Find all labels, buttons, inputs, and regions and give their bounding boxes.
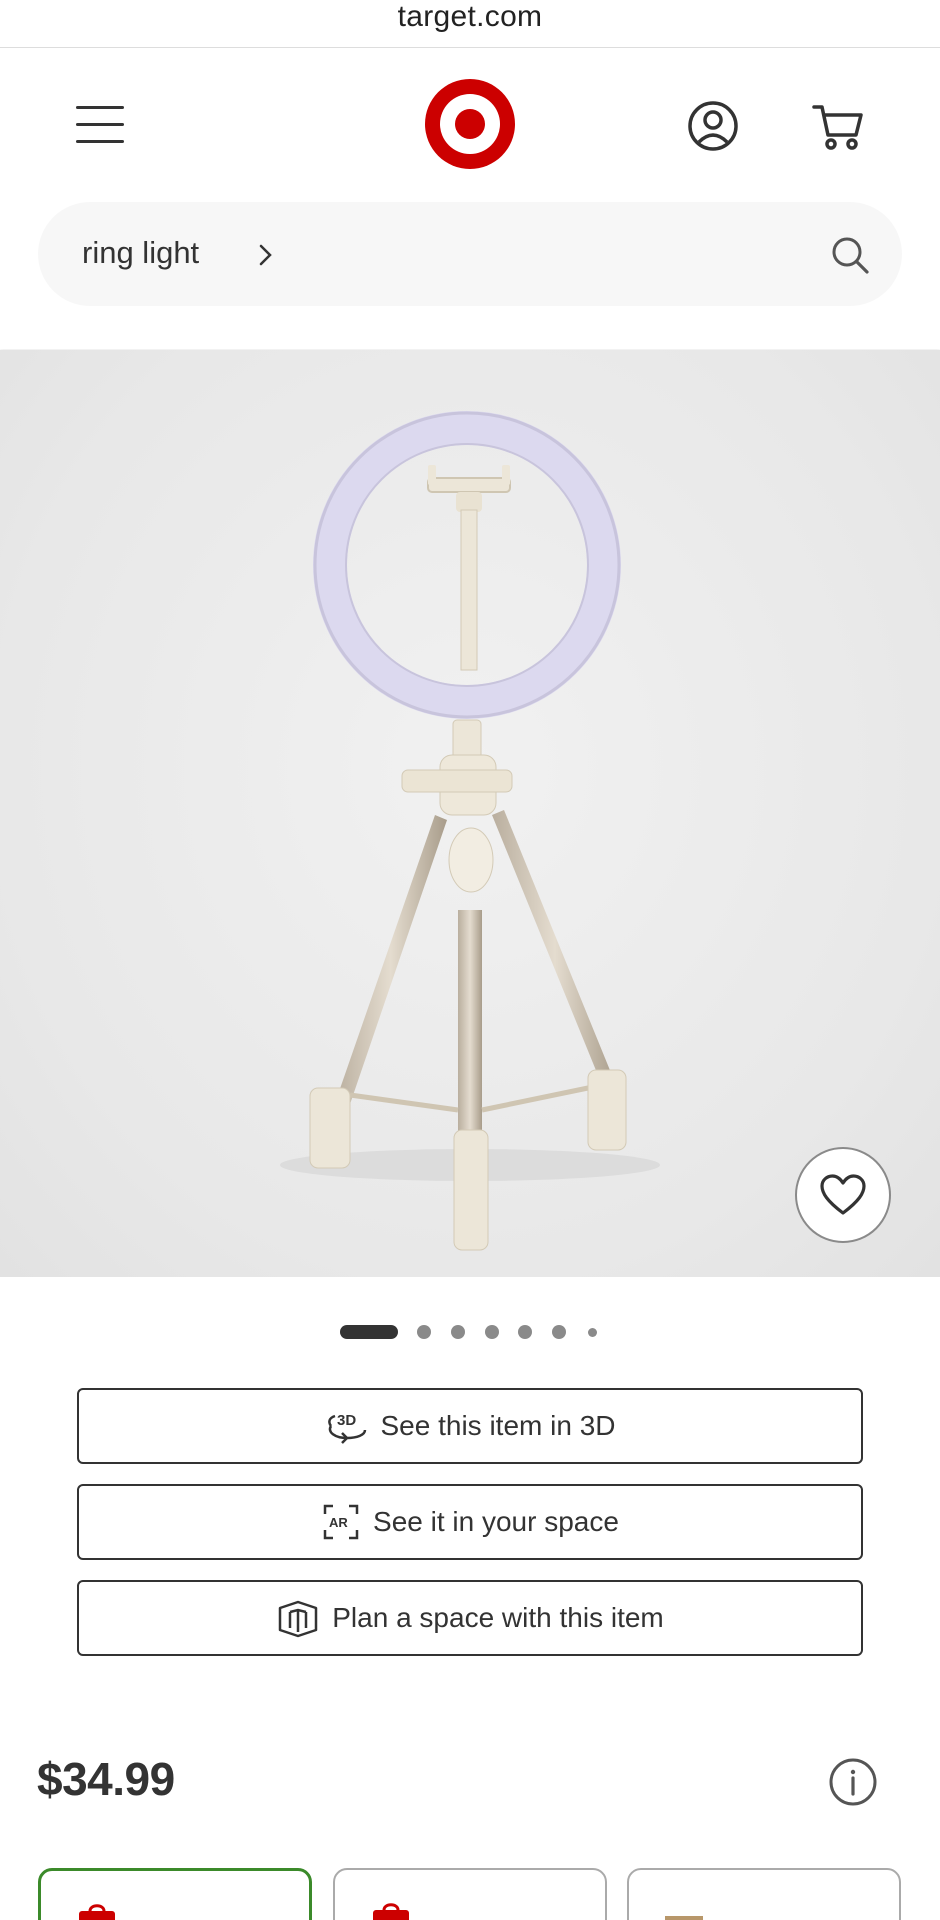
store-bag-icon [79,1904,115,1920]
account-icon[interactable] [685,98,741,154]
search-icon[interactable] [830,235,870,275]
hamburger-menu-icon[interactable] [72,102,130,148]
ar-icon: AR [323,1504,359,1540]
plan-a-space-button[interactable]: Plan a space with this item [77,1580,863,1656]
see-in-3d-label: See this item in 3D [380,1410,616,1441]
3d-rotate-icon: 3D [327,1412,366,1444]
info-icon[interactable] [828,1757,878,1807]
ring-light-illustration [280,411,660,1251]
chevron-right-icon [259,244,272,266]
cart-icon[interactable] [810,99,866,155]
search-input[interactable]: ring light [38,202,902,306]
carousel-dot-5[interactable] [518,1325,532,1339]
see-in-your-space-label: See it in your space [373,1506,619,1537]
browser-url-bar[interactable]: target.com [0,0,940,48]
room-plan-icon [279,1600,318,1638]
fulfillment-option-shipping[interactable] [627,1868,901,1920]
carousel-dot-1[interactable] [340,1325,398,1339]
site-header: ring light [0,49,940,349]
carousel-dot-7[interactable] [588,1328,597,1337]
svg-text:AR: AR [329,1515,348,1530]
see-in-3d-button[interactable]: 3D See this item in 3D [77,1388,863,1464]
plan-a-space-label: Plan a space with this item [332,1602,664,1633]
product-price: $34.99 [37,1753,175,1805]
search-query-text: ring light [82,235,200,270]
target-bullseye-logo[interactable] [425,79,515,169]
see-in-your-space-button[interactable]: AR See it in your space [77,1484,863,1560]
fulfillment-option-pickup[interactable] [38,1868,312,1920]
fulfillment-option-same-day[interactable] [333,1868,607,1920]
store-bag-icon [373,1903,409,1920]
product-image[interactable] [0,350,940,1277]
heart-icon [820,1174,866,1215]
carousel-dot-3[interactable] [451,1325,465,1339]
carousel-dot-6[interactable] [552,1325,566,1339]
svg-text:3D: 3D [337,1412,356,1429]
carousel-dot-2[interactable] [417,1325,431,1339]
url-text: target.com [397,0,543,33]
favorite-button[interactable] [795,1147,891,1243]
carousel-dot-4[interactable] [485,1325,499,1339]
shipping-box-icon [665,1916,703,1920]
image-carousel-dots [0,1320,940,1344]
